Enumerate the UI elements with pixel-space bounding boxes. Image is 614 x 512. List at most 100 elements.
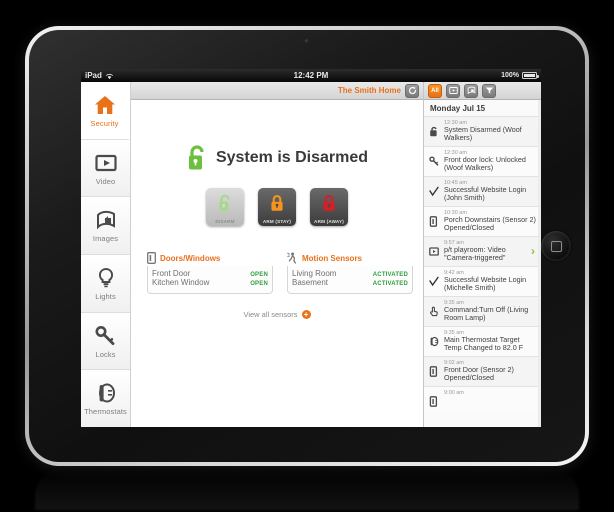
event-log-body: 9:42 am Successful Website Login (Michel… — [444, 270, 537, 293]
event-log-item[interactable]: 9:02 am Front Door (Sensor 2) Opened/Clo… — [424, 355, 541, 386]
home-button-icon[interactable] — [541, 231, 571, 261]
event-text: Successful Website Login (John Smith) — [444, 184, 527, 203]
status-bar-right: 100% — [501, 72, 539, 79]
filter-funnel-button[interactable] — [482, 83, 496, 98]
panel-title: Motion Sensors — [302, 253, 363, 263]
sensor-row: Kitchen Window OPEN — [152, 278, 268, 287]
sensor-name: Kitchen Window — [152, 278, 210, 287]
sidebar-item-label: Lights — [95, 291, 116, 301]
arm-button-label: DISARM — [215, 219, 235, 224]
filter-images-button[interactable] — [464, 83, 478, 98]
event-log-body: 10:45 am Successful Website Login (John … — [444, 180, 537, 203]
motion-sensors-panel: Motion Sensors Living Room ACTIVATED Bas… — [287, 252, 413, 294]
doors-windows-header: Doors/Windows — [147, 252, 273, 264]
filter-all-button[interactable]: All — [428, 83, 442, 98]
sensor-state: OPEN — [250, 281, 268, 287]
motion-sensors-header: Motion Sensors — [287, 252, 413, 264]
disarm-button[interactable]: DISARM — [206, 188, 244, 226]
view-all-sensors-link[interactable]: View all sensors + — [141, 310, 413, 319]
panel-title: Doors/Windows — [160, 253, 221, 263]
plus-circle-icon: + — [301, 310, 311, 319]
sidebar-item-label: Images — [92, 234, 119, 244]
event-log-scroll-area[interactable]: Monday Jul 15 12:30 am System Disarmed (… — [424, 100, 541, 427]
event-log-filter-bar: All — [424, 82, 541, 100]
ios-status-bar: iPad 12:42 PM 100% — [81, 69, 541, 82]
unlocked-padlock-icon — [429, 120, 440, 143]
event-log-scrollbar[interactable] — [538, 100, 541, 427]
event-time: 9:00 am — [444, 389, 464, 396]
event-log-item[interactable]: 9:35 am Command:Turn Off (Living Room La… — [424, 295, 541, 326]
images-filter-icon — [467, 86, 475, 95]
event-text: Front Door (Sensor 2) Opened/Closed — [444, 364, 514, 383]
event-text: Successful Website Login (Michelle Smith… — [444, 274, 527, 293]
ipad-device: iPad 12:42 PM 100% Security Video Images… — [25, 26, 589, 466]
filter-video-button[interactable] — [446, 83, 460, 98]
arm-button-label: ARM (STAY) — [262, 219, 292, 224]
unlocked-padlock-icon — [188, 145, 204, 170]
system-status-label: System is Disarmed — [215, 149, 369, 166]
sensor-state: OPEN — [250, 272, 268, 278]
sensor-name: Basement — [292, 278, 329, 287]
doors-windows-list: Front Door OPEN Kitchen Window OPEN — [147, 266, 273, 294]
thermostat-icon — [429, 330, 440, 353]
event-log-body: 9:35 am Main Thermostat Target Temp Chan… — [444, 330, 537, 353]
battery-percent-label: 100% — [501, 72, 519, 79]
event-log-body: 10:30 am Porch Downstairs (Sensor 2) Ope… — [444, 210, 537, 233]
arm-away-button[interactable]: ARM (AWAY) — [310, 188, 348, 226]
sidebar-item-label: Security — [90, 118, 119, 128]
event-log-item[interactable]: 10:45 am Successful Website Login (John … — [424, 175, 541, 206]
house-icon — [94, 95, 115, 114]
checkmark-icon — [429, 180, 440, 203]
sidebar-item-images[interactable]: Images — [81, 197, 130, 256]
app-top-bar: The Smith Home — [131, 82, 423, 100]
event-text: Main Thermostat Target Temp Changed to 8… — [444, 334, 524, 353]
sidebar-item-locks[interactable]: Locks — [81, 312, 130, 371]
sidebar-item-lights[interactable]: Lights — [81, 255, 130, 313]
system-status-row: System is Disarmed — [141, 144, 413, 172]
arm-buttons-row: DISARM ARM (STAY) ARM (AWAY) — [141, 188, 413, 226]
door-sensor-icon — [429, 210, 440, 233]
sidebar-item-label: Locks — [95, 349, 116, 359]
ipad-bezel: iPad 12:42 PM 100% Security Video Images… — [29, 30, 585, 462]
arm-stay-button[interactable]: ARM (STAY) — [258, 188, 296, 226]
event-log-item[interactable]: 12:30 am System Disarmed (Woof Walkers) — [424, 116, 541, 146]
event-log-panel: All Monday Jul 15 12:30 am System Disarm… — [423, 82, 541, 427]
main-panel: The Smith Home System is Disarmed DISARM… — [131, 82, 423, 427]
sensor-row: Basement ACTIVATED — [292, 278, 408, 287]
event-log-item[interactable]: 10:30 am Porch Downstairs (Sensor 2) Ope… — [424, 205, 541, 236]
event-log-item[interactable]: 9:35 am Main Thermostat Target Temp Chan… — [424, 325, 541, 356]
event-log-body: 9:02 am Front Door (Sensor 2) Opened/Clo… — [444, 360, 537, 383]
video-filter-icon — [448, 87, 458, 94]
play-square-icon — [429, 240, 440, 263]
refresh-glyph-icon — [408, 86, 416, 95]
sidebar-item-thermostats[interactable]: Thermostats — [81, 370, 130, 427]
chevron-right-icon[interactable]: › — [531, 245, 537, 257]
event-log-item[interactable]: 9:00 am — [424, 385, 541, 410]
device-reflection — [35, 468, 579, 510]
refresh-icon[interactable] — [405, 83, 419, 98]
door-sensor-icon — [429, 390, 440, 407]
event-log-date-header: Monday Jul 15 — [424, 100, 541, 116]
event-log-item[interactable]: 12:30 am Front door lock: Unlocked (Woof… — [424, 145, 541, 176]
closed-padlock-icon — [323, 195, 335, 211]
lightbulb-icon — [98, 267, 113, 288]
motion-walker-icon — [287, 252, 297, 264]
arm-button-label: ARM (AWAY) — [314, 219, 344, 224]
sensor-name: Front Door — [152, 269, 191, 278]
sensor-state: ACTIVATED — [372, 272, 408, 278]
event-log-item[interactable]: 9:57 am p/t playroom: Video "Camera-trig… — [424, 235, 541, 266]
hand-tap-icon — [429, 300, 440, 323]
sensor-row: Front Door OPEN — [152, 269, 268, 278]
closed-padlock-icon — [271, 195, 283, 211]
sidebar-nav: Security Video Images Lights Locks Therm… — [81, 82, 131, 427]
event-text: Front door lock: Unlocked (Woof Walkers) — [444, 154, 526, 173]
sidebar-item-label: Video — [95, 176, 116, 186]
event-log-body: 9:57 am p/t playroom: Video "Camera-trig… — [444, 240, 527, 263]
door-icon — [147, 252, 156, 264]
open-padlock-icon — [219, 194, 230, 211]
event-log-item[interactable]: 9:42 am Successful Website Login (Michel… — [424, 265, 541, 296]
sidebar-item-security[interactable]: Security — [81, 82, 130, 140]
funnel-filter-icon — [485, 87, 493, 94]
sidebar-item-video[interactable]: Video — [81, 139, 130, 198]
home-name-label: The Smith Home — [337, 86, 401, 95]
